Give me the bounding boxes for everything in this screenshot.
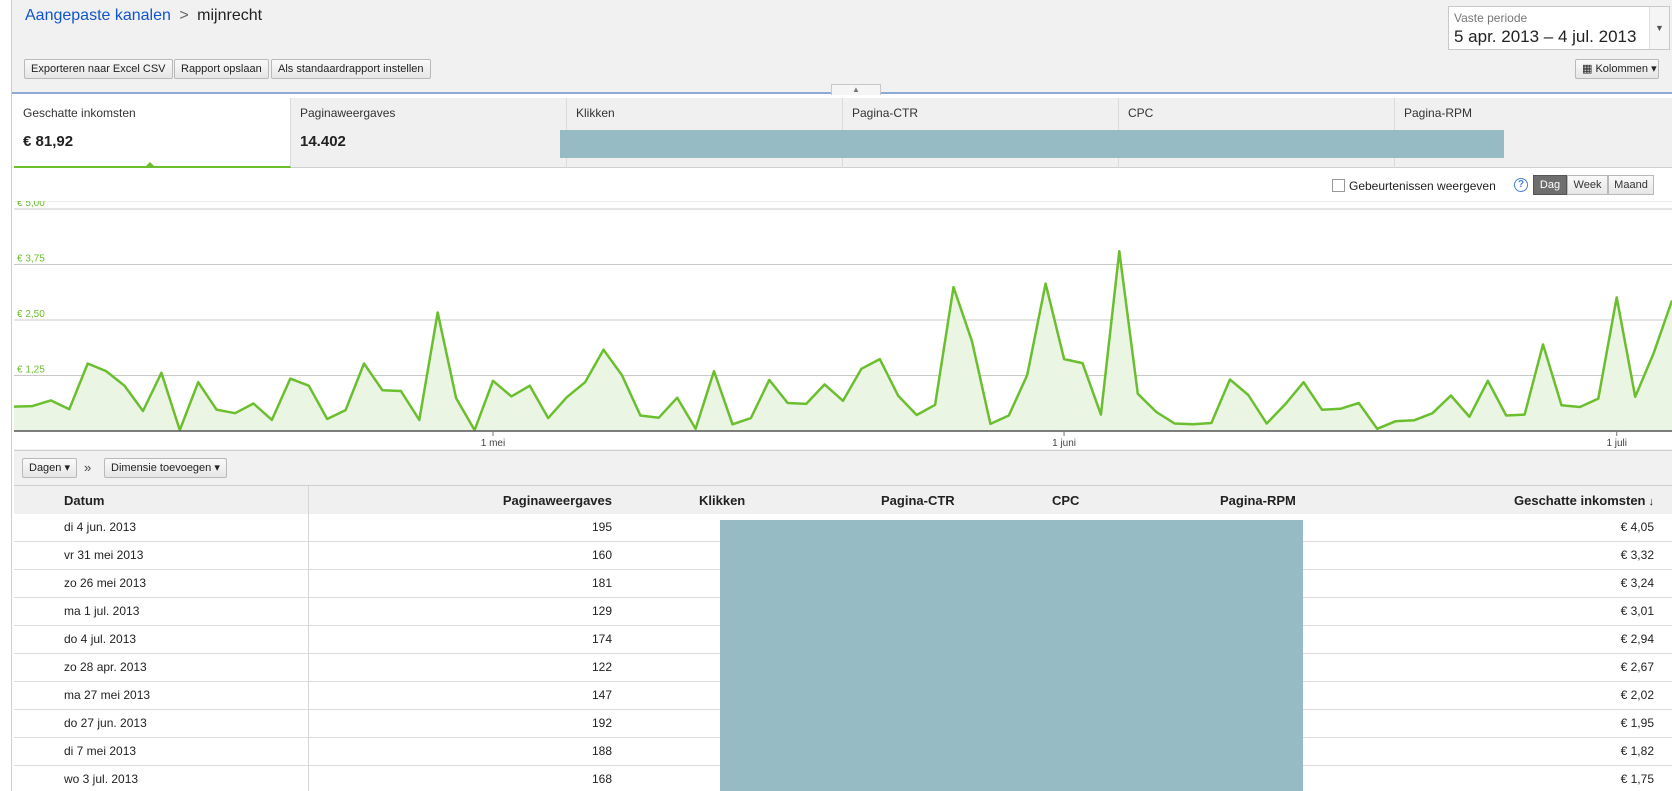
dimension-dropdown[interactable]: Dagen ▾: [22, 458, 78, 478]
set-default-report-button[interactable]: Als standaardrapport instellen: [271, 59, 431, 79]
breadcrumb-separator: >: [179, 7, 189, 24]
cell-earnings: € 3,32: [1620, 548, 1654, 562]
y-tick-label: € 3,75: [17, 254, 45, 265]
breadcrumb-parent-link[interactable]: Aangepaste kanalen: [25, 7, 171, 24]
col-header-date[interactable]: Datum: [64, 493, 104, 508]
cell-pageviews: 174: [591, 632, 612, 646]
cell-pageviews: 188: [591, 744, 612, 758]
redacted-metric-values: [560, 130, 1504, 158]
earnings-chart-svg: € 5,00 € 3,75 € 2,50 € 1,25 1 mei 1 juni 1 jul…: [14, 201, 1672, 450]
cell-date: ma 27 mei 2013: [64, 688, 151, 702]
redacted-table-values: [720, 520, 1303, 791]
columns-button[interactable]: ▦ Kolommen ▾: [1575, 59, 1659, 79]
metric-tab-pageviews[interactable]: Paginaweergaves 14.402: [291, 98, 567, 168]
dimension-separator: »: [84, 460, 92, 475]
cell-pageviews: 122: [591, 660, 612, 674]
cell-earnings: € 1,95: [1620, 716, 1654, 730]
col-header-cpc[interactable]: CPC: [1052, 493, 1079, 508]
show-events-label: Gebeurtenissen weergeven: [1349, 179, 1496, 193]
chevron-down-icon: ▾: [214, 462, 220, 474]
y-tick-label: € 2,50: [17, 309, 45, 320]
left-border: [11, 0, 12, 791]
granularity-month-button[interactable]: Maand: [1608, 175, 1654, 195]
cell-date: do 27 jun. 2013: [64, 716, 147, 730]
col-header-earnings-label: Geschatte inkomsten: [1514, 493, 1646, 508]
period-range: 5 apr. 2013 – 4 jul. 2013: [1454, 27, 1637, 46]
report-page: Aangepaste kanalen > mijnrecht Exportere…: [0, 0, 1672, 791]
cell-pageviews: 195: [591, 520, 612, 534]
col-header-page-rpm[interactable]: Pagina-RPM: [1220, 493, 1296, 508]
col-header-clicks[interactable]: Klikken: [699, 493, 745, 508]
chart-toolbar: Gebeurtenissen weergeven ? Dag Week Maan…: [14, 168, 1672, 201]
save-report-button[interactable]: Rapport opslaan: [174, 59, 269, 79]
dimension-label: Dagen: [29, 462, 62, 474]
metric-label: Pagina-CTR: [852, 106, 919, 120]
metric-label: Geschatte inkomsten: [23, 106, 136, 120]
cell-date: ma 1 jul. 2013: [64, 604, 140, 618]
x-tick-label: 1 juni: [1052, 438, 1076, 449]
cell-pageviews: 160: [591, 548, 612, 562]
sort-descending-icon: ↓: [1648, 496, 1655, 508]
columns-label: Kolommen: [1595, 63, 1649, 75]
y-tick-label: € 5,00: [17, 201, 45, 209]
help-icon[interactable]: ?: [1514, 178, 1528, 192]
cell-pageviews: 147: [591, 688, 612, 702]
show-events-checkbox[interactable]: [1332, 179, 1345, 192]
collapse-chart-toggle[interactable]: ▲: [831, 84, 881, 95]
earnings-chart: € 5,00 € 3,75 € 2,50 € 1,25 1 mei 1 juni 1 jul…: [14, 201, 1672, 450]
col-header-pageviews[interactable]: Paginaweergaves: [444, 493, 612, 508]
table-header: Datum Paginaweergaves Klikken Pagina-CTR…: [14, 486, 1672, 514]
metric-label: CPC: [1128, 106, 1154, 120]
col-header-page-ctr[interactable]: Pagina-CTR: [881, 493, 955, 508]
cell-pageviews: 192: [591, 716, 612, 730]
chevron-down-icon: ▾: [1651, 63, 1657, 75]
cell-earnings: € 4,05: [1620, 520, 1654, 534]
cell-earnings: € 1,82: [1620, 744, 1654, 758]
metric-value: € 81,92: [23, 133, 74, 150]
cell-date: vr 31 mei 2013: [64, 548, 144, 562]
report-header: Aangepaste kanalen > mijnrecht Exportere…: [12, 0, 1672, 95]
period-label: Vaste periode: [1454, 11, 1528, 25]
export-csv-button[interactable]: Exporteren naar Excel CSV: [24, 59, 173, 79]
metric-label: Paginaweergaves: [300, 106, 396, 120]
cell-earnings: € 2,94: [1620, 632, 1654, 646]
breadcrumb: Aangepaste kanalen > mijnrecht: [25, 7, 262, 25]
cell-earnings: € 3,01: [1620, 604, 1654, 618]
y-tick-label: € 1,25: [17, 365, 45, 376]
chevron-down-icon[interactable]: ▼: [1649, 7, 1669, 49]
date-range-picker[interactable]: Vaste periode 5 apr. 2013 – 4 jul. 2013 …: [1448, 6, 1670, 50]
cell-pageviews: 129: [591, 604, 612, 618]
cell-date: zo 26 mei 2013: [64, 576, 147, 590]
columns-icon: ▦: [1582, 63, 1593, 75]
cell-earnings: € 2,67: [1620, 660, 1654, 674]
metric-label: Pagina-RPM: [1404, 106, 1473, 120]
metric-label: Klikken: [576, 106, 615, 120]
metric-value: 14.402: [300, 133, 346, 150]
granularity-day-button[interactable]: Dag: [1533, 175, 1567, 195]
cell-date: zo 28 apr. 2013: [64, 660, 147, 674]
cell-date: di 7 mei 2013: [64, 744, 137, 758]
cell-earnings: € 2,02: [1620, 688, 1654, 702]
x-tick-label: 1 juli: [1606, 438, 1627, 449]
add-dimension-dropdown[interactable]: Dimensie toevoegen ▾: [104, 458, 227, 478]
cell-date: wo 3 jul. 2013: [64, 772, 139, 786]
table-toolbar: Dagen ▾ » Dimensie toevoegen ▾: [14, 450, 1672, 486]
cell-date: do 4 jul. 2013: [64, 632, 137, 646]
cell-earnings: € 1,75: [1620, 772, 1654, 786]
chevron-down-icon: ▾: [64, 462, 71, 474]
metric-tab-earnings[interactable]: Geschatte inkomsten € 81,92: [14, 98, 291, 168]
cell-date: di 4 jun. 2013: [64, 520, 137, 534]
cell-pageviews: 181: [591, 576, 612, 590]
col-header-earnings[interactable]: Geschatte inkomsten ↓: [1454, 493, 1654, 508]
cell-pageviews: 168: [591, 772, 612, 786]
breadcrumb-current: mijnrecht: [197, 7, 263, 24]
granularity-week-button[interactable]: Week: [1567, 175, 1608, 195]
cell-earnings: € 3,24: [1620, 576, 1654, 590]
add-dimension-label: Dimensie toevoegen: [111, 462, 212, 474]
x-tick-label: 1 mei: [481, 438, 505, 449]
